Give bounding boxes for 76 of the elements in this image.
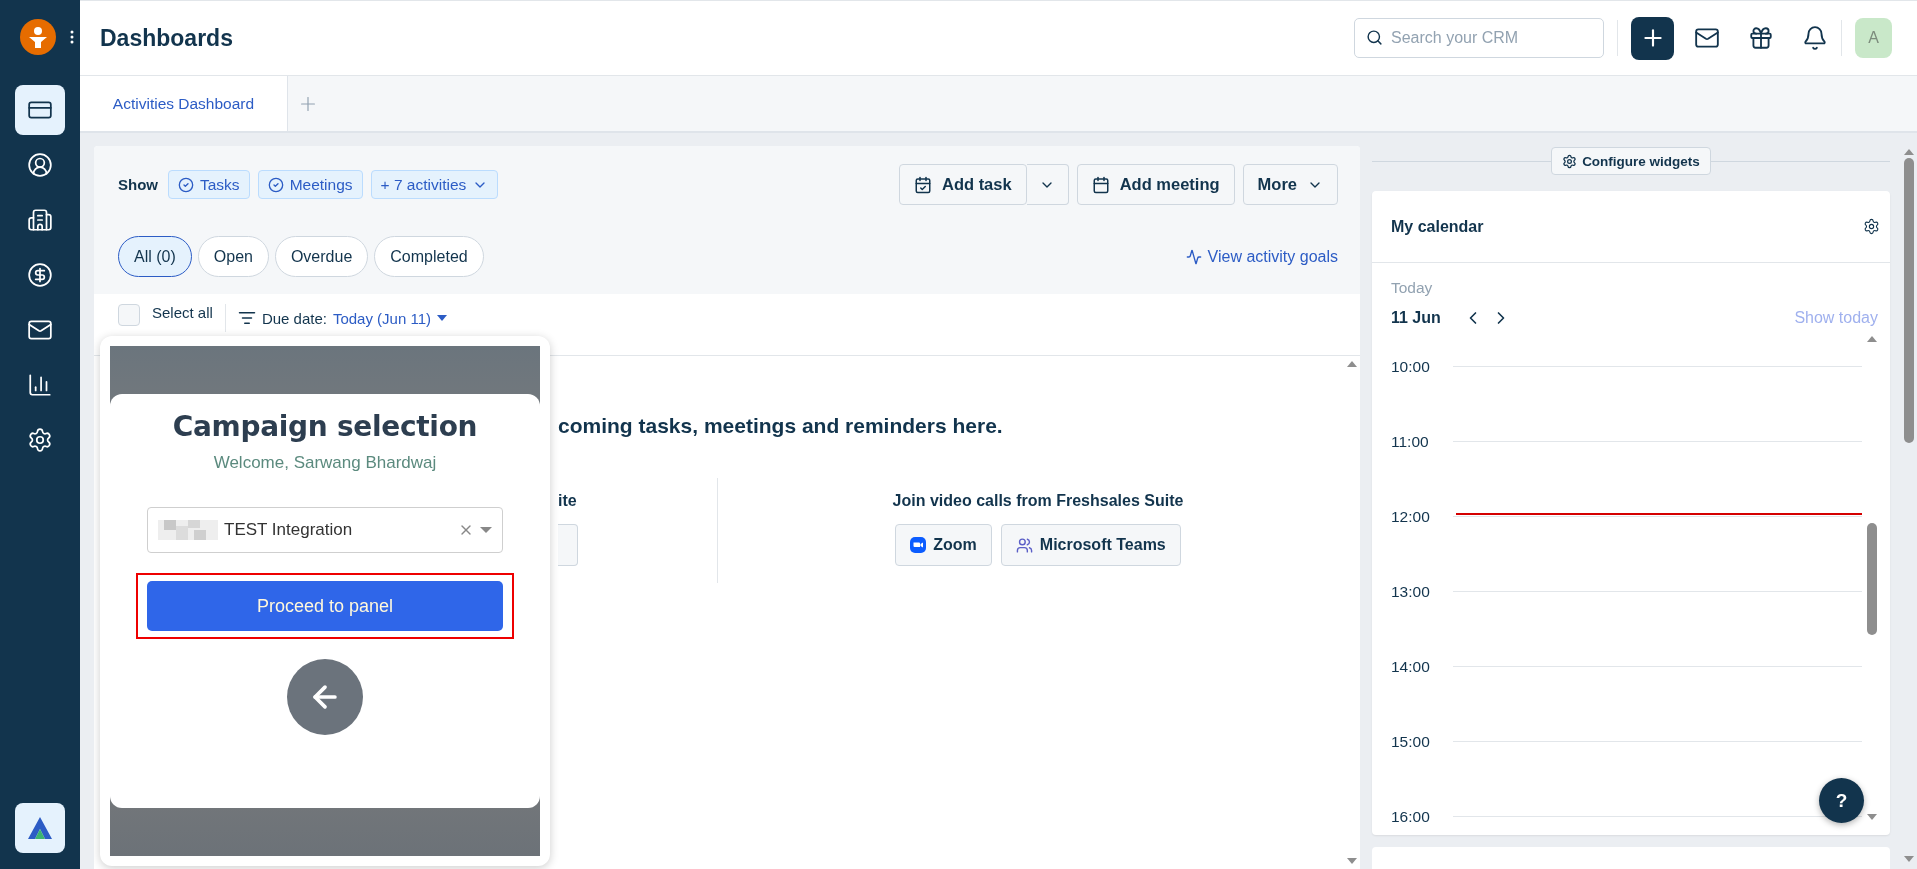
due-date-filter[interactable]: Due date: Today (Jun 11) xyxy=(224,304,448,332)
search-field[interactable]: Search your CRM xyxy=(1354,18,1604,58)
mail-icon xyxy=(27,317,53,343)
app-launcher[interactable] xyxy=(15,803,65,853)
add-button[interactable] xyxy=(1631,16,1674,60)
action-button[interactable]: More xyxy=(1242,164,1338,205)
video-call-button[interactable]: Zoom xyxy=(895,524,992,566)
calendar-icon xyxy=(1091,175,1110,194)
user-icon xyxy=(27,152,53,178)
column-title: Join video calls from Freshsales Suite xyxy=(892,492,1184,510)
campaign-select[interactable]: TEST Integration xyxy=(147,507,503,553)
welcome-text: Welcome, Sarwang Bhardwaj xyxy=(213,453,437,473)
activity-filter-chip[interactable]: Meetings xyxy=(257,170,363,199)
settings-icon xyxy=(1562,153,1578,169)
status-filter-pill[interactable]: Completed xyxy=(374,236,484,277)
hour-label: 13:00 xyxy=(1391,582,1431,601)
hour-label: 11:00 xyxy=(1391,432,1430,451)
activity-goals-link[interactable]: View activity goals xyxy=(1185,247,1338,266)
action-button[interactable]: Add task xyxy=(898,164,1027,205)
hour-label: 16:00 xyxy=(1391,807,1431,826)
activity-filter-chip[interactable]: + 7 activities xyxy=(370,170,499,199)
dropdown-caret-icon xyxy=(480,527,492,533)
blurred-mark xyxy=(158,520,218,540)
widget-title: My calendar xyxy=(1391,217,1484,236)
people-icon xyxy=(1015,536,1033,554)
sidebar-item[interactable] xyxy=(15,85,65,135)
column-title: ite xyxy=(558,492,577,509)
calendar-check-icon xyxy=(913,175,932,194)
dashboard-tab[interactable]: Activities Dashboard xyxy=(80,76,288,131)
scroll-up-arrow[interactable] xyxy=(1346,360,1358,368)
activity-filter-chip[interactable]: Tasks xyxy=(168,170,250,199)
scrollbar-thumb[interactable] xyxy=(1903,158,1914,443)
status-filter-pill[interactable]: All (0) xyxy=(118,236,192,277)
mail-button[interactable] xyxy=(1694,25,1720,51)
caret-icon xyxy=(437,315,448,321)
hour-label: 15:00 xyxy=(1391,732,1431,751)
triangle-logo-icon xyxy=(27,816,53,840)
scroll-up-arrow[interactable] xyxy=(1902,148,1915,156)
hour-label: 12:00 xyxy=(1391,507,1431,526)
scroll-down-arrow[interactable] xyxy=(1902,855,1915,863)
scroll-down-arrow[interactable] xyxy=(1346,857,1358,865)
search-icon xyxy=(1366,29,1383,46)
gift-button[interactable] xyxy=(1748,25,1774,51)
settings-icon xyxy=(27,427,53,453)
video-camera-icon xyxy=(910,537,927,553)
hour-label: 14:00 xyxy=(1391,657,1431,676)
more-icon[interactable] xyxy=(70,30,74,44)
app-logo[interactable] xyxy=(19,18,57,56)
select-all-label: Select all xyxy=(152,304,213,321)
popup-title: Campaign selection xyxy=(172,410,478,443)
proceed-button[interactable]: Proceed to panel xyxy=(147,581,503,631)
empty-state-message: coming tasks, meetings and reminders here. xyxy=(558,414,1004,438)
settings-icon[interactable] xyxy=(1863,218,1880,235)
pulse-icon xyxy=(1185,248,1202,265)
check-circle-icon xyxy=(267,176,284,193)
scroll-down-arrow[interactable] xyxy=(1866,813,1878,821)
show-label: Show xyxy=(118,176,158,193)
dollar-icon xyxy=(27,262,53,288)
dropdown-toggle[interactable] xyxy=(1026,164,1069,205)
chart-icon xyxy=(27,372,53,398)
filter-icon xyxy=(237,309,256,327)
page-title: Dashboards xyxy=(100,24,233,52)
select-all-checkbox[interactable] xyxy=(118,304,140,326)
hour-label: 10:00 xyxy=(1391,357,1431,376)
status-filter-pill[interactable]: Overdue xyxy=(274,236,369,277)
notifications-button[interactable] xyxy=(1802,25,1828,51)
video-call-button[interactable]: Microsoft Teams xyxy=(1000,524,1181,566)
today-label: Today xyxy=(1391,279,1434,297)
configure-widgets-button[interactable]: Configure widgets xyxy=(1551,147,1711,175)
check-circle-icon xyxy=(178,176,194,193)
scroll-up-arrow[interactable] xyxy=(1866,335,1878,343)
action-button[interactable]: Add meeting xyxy=(1076,164,1235,205)
calendar-date: 11 Jun xyxy=(1391,309,1441,327)
scrollbar-thumb[interactable] xyxy=(1867,523,1877,635)
building-icon xyxy=(27,207,53,233)
status-filter-pill[interactable]: Open xyxy=(197,236,269,277)
